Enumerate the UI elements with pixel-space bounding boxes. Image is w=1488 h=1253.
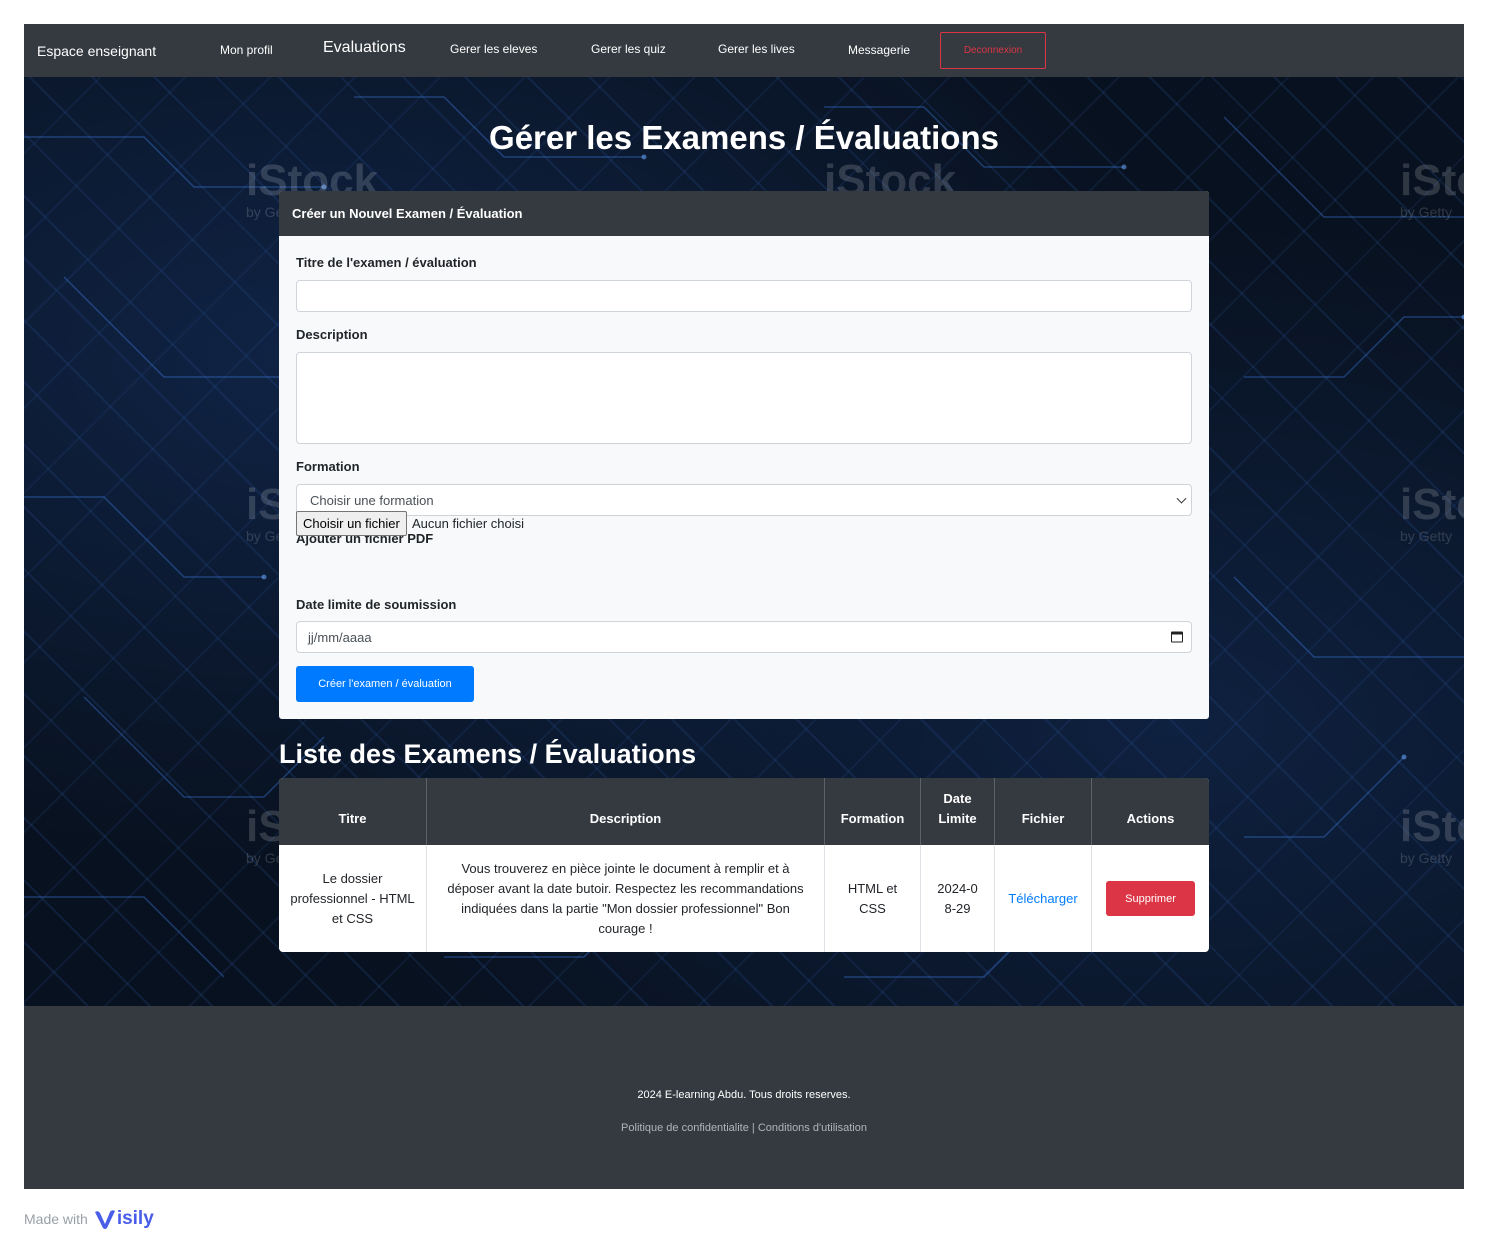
date-label: Date limite de soumission xyxy=(296,597,457,612)
download-link[interactable]: Télécharger xyxy=(1008,889,1077,909)
page-title: Gérer les Examens / Évaluations xyxy=(489,119,999,156)
formation-select[interactable]: Choisir une formation xyxy=(296,484,1192,516)
formation-label: Formation xyxy=(296,459,360,474)
formation-select-value: Choisir une formation xyxy=(310,492,434,508)
list-title: Liste des Examens / Évaluations xyxy=(279,739,697,769)
watermark-logo: iStockby Getty xyxy=(1400,156,1464,220)
column-header-fichier: Fichier xyxy=(995,778,1092,845)
exams-table: Titre Description Formation Date Limite … xyxy=(279,778,1209,952)
cell-fichier: Télécharger xyxy=(995,845,1092,952)
cell-titre: Le dossier professionnel - HTML et CSS xyxy=(279,845,427,952)
cell-date: 2024-08-29 xyxy=(921,845,995,952)
footer-copyright: 2024 E-learning Abdu. Tous droits reserv… xyxy=(637,1089,851,1101)
cell-actions: Supprimer xyxy=(1092,845,1209,952)
top-navbar: Espace enseignant Mon profil Evaluations… xyxy=(24,24,1464,77)
date-input[interactable]: jj/mm/aaaa xyxy=(296,621,1192,653)
create-exam-button[interactable]: Créer l'examen / évaluation xyxy=(296,666,474,702)
made-with-badge[interactable]: Made with isily xyxy=(24,1208,154,1230)
visily-v-icon xyxy=(94,1210,115,1229)
watermark-logo: iStockby Getty xyxy=(1400,802,1464,866)
title-input[interactable] xyxy=(296,280,1192,312)
delete-button[interactable]: Supprimer xyxy=(1106,881,1195,916)
chevron-down-icon xyxy=(1176,493,1187,504)
column-header-description: Description xyxy=(427,778,825,845)
nav-gerer-lives[interactable]: Gerer les lives xyxy=(718,42,795,56)
file-status: Aucun fichier choisi xyxy=(412,516,524,531)
app-frame: Espace enseignant Mon profil Evaluations… xyxy=(24,24,1464,1189)
logout-button[interactable]: Deconnexion xyxy=(940,32,1046,69)
column-header-titre: Titre xyxy=(279,778,427,845)
nav-gerer-quiz[interactable]: Gerer les quiz xyxy=(591,42,666,56)
title-label: Titre de l'examen / évaluation xyxy=(296,255,477,270)
card-header: Créer un Nouvel Examen / Évaluation xyxy=(279,191,1209,236)
column-header-actions: Actions xyxy=(1126,811,1175,826)
nav-mon-profil[interactable]: Mon profil xyxy=(220,43,273,57)
nav-messagerie[interactable]: Messagerie xyxy=(848,43,910,57)
description-label: Description xyxy=(296,327,368,342)
table-header: Titre Description Formation Date Limite … xyxy=(279,778,1209,845)
nav-evaluations[interactable]: Evaluations xyxy=(323,39,406,57)
column-header-date-limite: Date Limite xyxy=(921,778,995,845)
choose-file-button[interactable]: Choisir un fichier xyxy=(296,511,407,536)
made-with-label: Made with xyxy=(24,1211,88,1227)
hero-section: iStockby Getty iStockby Getty iStockby G… xyxy=(24,77,1464,1006)
cell-description: Vous trouverez en pièce jointe le docume… xyxy=(427,845,825,952)
watermark-logo: iStockby Getty xyxy=(1400,480,1464,544)
footer: 2024 E-learning Abdu. Tous droits reserv… xyxy=(24,1006,1464,1189)
description-textarea[interactable] xyxy=(296,352,1192,444)
cell-formation: HTML et CSS xyxy=(825,845,921,952)
brand-link[interactable]: Espace enseignant xyxy=(37,43,156,59)
column-header-formation: Formation xyxy=(825,778,921,845)
footer-legal-links[interactable]: Politique de confidentialite | Condition… xyxy=(24,1122,1464,1134)
visily-logo: isily xyxy=(94,1208,154,1230)
create-exam-card: Créer un Nouvel Examen / Évaluation Titr… xyxy=(279,191,1209,719)
calendar-icon[interactable] xyxy=(1171,631,1183,643)
nav-gerer-eleves[interactable]: Gerer les eleves xyxy=(450,42,537,56)
date-placeholder: jj/mm/aaaa xyxy=(308,629,372,645)
